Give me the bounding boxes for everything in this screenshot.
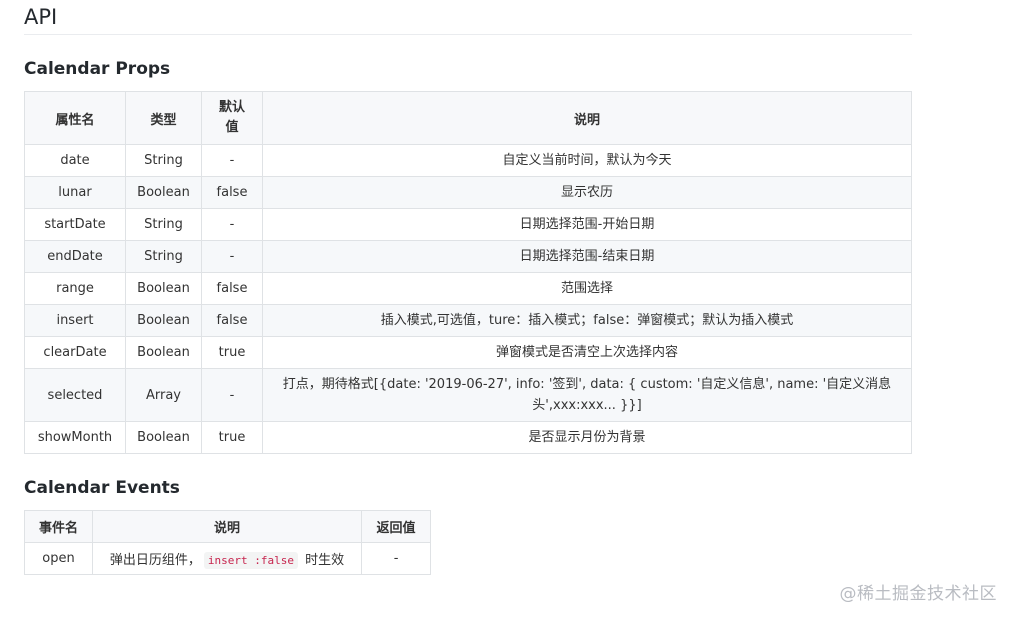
- prop-default-cell: -: [201, 240, 263, 273]
- table-row: range Boolean false 范围选择: [24, 272, 912, 305]
- table-row: clearDate Boolean true 弹窗模式是否清空上次选择内容: [24, 336, 912, 369]
- prop-type-cell: Boolean: [125, 272, 202, 305]
- header-event-description: 说明: [91, 510, 363, 543]
- prop-desc-cell: 是否显示月份为背景: [262, 421, 912, 454]
- prop-default-cell: true: [201, 421, 263, 454]
- watermark: @稀土掘金技术社区: [839, 584, 997, 604]
- prop-type-cell: Boolean: [125, 421, 202, 454]
- prop-desc-cell: 日期选择范围-结束日期: [262, 240, 912, 273]
- prop-name-cell: date: [24, 144, 126, 177]
- prop-default-cell: -: [201, 144, 263, 177]
- prop-type-cell: Boolean: [125, 176, 202, 209]
- prop-name-cell: insert: [24, 304, 126, 337]
- table-row: open 弹出日历组件， insert :false 时生效 -: [24, 542, 431, 575]
- prop-type-cell: String: [125, 240, 202, 273]
- prop-desc-cell: 自定义当前时间，默认为今天: [262, 144, 912, 177]
- prop-name-cell: lunar: [24, 176, 126, 209]
- header-default-line1: 默认: [218, 100, 245, 115]
- prop-default-cell: false: [201, 272, 263, 305]
- event-desc-text: 弹出日历组件，: [109, 553, 201, 568]
- prop-default-cell: -: [201, 368, 263, 422]
- prop-type-cell: String: [125, 208, 202, 241]
- table-row: date String - 自定义当前时间，默认为今天: [24, 144, 912, 177]
- prop-name-cell: range: [24, 272, 126, 305]
- event-name-cell: open: [24, 542, 93, 575]
- header-event-name: 事件名: [24, 510, 93, 543]
- table-row: lunar Boolean false 显示农历: [24, 176, 912, 209]
- prop-desc-cell: 插入模式,可选值，ture：插入模式；false：弹窗模式；默认为插入模式: [262, 304, 912, 337]
- prop-type-cell: Boolean: [125, 304, 202, 337]
- header-return-value: 返回值: [361, 510, 431, 543]
- header-default: 默认 值: [201, 91, 263, 145]
- table-row: insert Boolean false 插入模式,可选值，ture：插入模式；…: [24, 304, 912, 337]
- header-description: 说明: [262, 91, 912, 145]
- events-section-title: Calendar Events: [24, 478, 180, 498]
- prop-default-cell: false: [201, 304, 263, 337]
- table-row: selected Array - 打点，期待格式[{date: '2019-06…: [24, 368, 912, 422]
- props-table-header-row: 属性名 类型 默认 值 说明: [24, 91, 912, 145]
- prop-type-cell: String: [125, 144, 202, 177]
- prop-type-cell: Boolean: [125, 336, 202, 369]
- props-table: 属性名 类型 默认 值 说明 date String - 自定义当前时间，默认为…: [24, 91, 912, 454]
- event-desc-cell: 弹出日历组件， insert :false 时生效: [91, 542, 363, 575]
- prop-default-cell: false: [201, 176, 263, 209]
- prop-name-cell: clearDate: [24, 336, 126, 369]
- header-type: 类型: [125, 91, 202, 145]
- header-default-line2: 值: [225, 120, 239, 135]
- prop-desc-cell: 弹窗模式是否清空上次选择内容: [262, 336, 912, 369]
- page-title: API: [24, 0, 912, 35]
- prop-type-cell: Array: [125, 368, 202, 422]
- prop-desc-cell: 范围选择: [262, 272, 912, 305]
- prop-name-cell: startDate: [24, 208, 126, 241]
- props-section-title: Calendar Props: [24, 59, 171, 79]
- event-desc-text-after: 时生效: [301, 553, 345, 568]
- prop-name-cell: endDate: [24, 240, 126, 273]
- prop-default-cell: true: [201, 336, 263, 369]
- prop-name-cell: selected: [24, 368, 126, 422]
- table-row: startDate String - 日期选择范围-开始日期: [24, 208, 912, 241]
- events-table: 事件名 说明 返回值 open 弹出日历组件， insert :false 时生效…: [24, 510, 431, 575]
- prop-desc-cell: 日期选择范围-开始日期: [262, 208, 912, 241]
- prop-desc-cell: 打点，期待格式[{date: '2019-06-27', info: '签到',…: [262, 368, 912, 422]
- prop-default-cell: -: [201, 208, 263, 241]
- events-table-header-row: 事件名 说明 返回值: [24, 510, 431, 543]
- header-prop-name: 属性名: [24, 91, 126, 145]
- table-row: showMonth Boolean true 是否显示月份为背景: [24, 421, 912, 454]
- prop-desc-cell: 显示农历: [262, 176, 912, 209]
- table-row: endDate String - 日期选择范围-结束日期: [24, 240, 912, 273]
- api-doc-content: API Calendar Props 属性名 类型 默认 值 说明 date S…: [24, 0, 912, 575]
- event-return-cell: -: [361, 542, 431, 575]
- inline-code: insert :false: [203, 552, 298, 569]
- prop-name-cell: showMonth: [24, 421, 126, 454]
